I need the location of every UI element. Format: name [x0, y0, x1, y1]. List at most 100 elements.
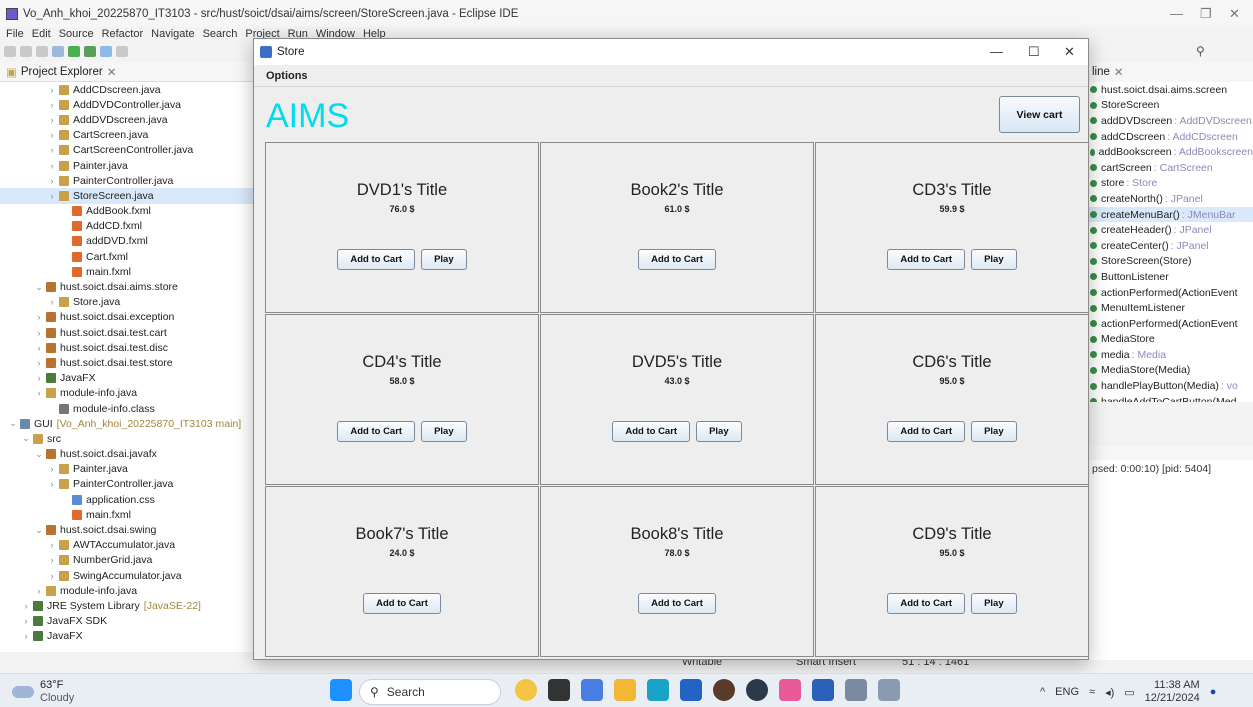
- expand-chevron-icon[interactable]: ›: [34, 388, 44, 398]
- save-icon[interactable]: [20, 45, 32, 57]
- minimize-icon[interactable]: —: [1170, 6, 1183, 21]
- outline-item[interactable]: StoreScreen(Store): [1088, 254, 1253, 270]
- tree-item[interactable]: › AWTAccumulator.java: [0, 538, 258, 553]
- new-icon[interactable]: [4, 45, 16, 57]
- tree-item[interactable]: › hust.soict.dsai.test.cart: [0, 325, 258, 340]
- close-icon[interactable]: ✕: [1229, 6, 1240, 22]
- menu-search[interactable]: Search: [203, 28, 238, 40]
- tree-item[interactable]: ⌄ GUI [Vo_Anh_khoi_20225870_IT3103 main]: [0, 416, 258, 431]
- language-indicator[interactable]: ENG: [1055, 686, 1079, 698]
- add-to-cart-button[interactable]: Add to Cart: [612, 421, 691, 442]
- app-icon[interactable]: [779, 679, 801, 701]
- tree-item[interactable]: › hust.soict.dsai.exception: [0, 310, 258, 325]
- coverage-icon[interactable]: [84, 45, 96, 57]
- edge-icon[interactable]: [647, 679, 669, 701]
- store-maximize-icon[interactable]: ☐: [1028, 44, 1040, 60]
- close-tab-icon[interactable]: ✕: [1114, 65, 1124, 79]
- outline-item[interactable]: addDVDscreen: AddDVDscreen: [1088, 113, 1253, 129]
- expand-chevron-icon[interactable]: ⌄: [34, 282, 44, 293]
- tree-item[interactable]: ⌄ hust.soict.dsai.swing: [0, 522, 258, 537]
- chevron-up-icon[interactable]: ^: [1040, 686, 1045, 698]
- word-icon[interactable]: [812, 679, 834, 701]
- tree-item[interactable]: main.fxml: [0, 507, 258, 522]
- tree-item[interactable]: › CartScreen.java: [0, 128, 258, 143]
- outline-item[interactable]: actionPerformed(ActionEvent: [1088, 285, 1253, 301]
- expand-chevron-icon[interactable]: ⌄: [21, 433, 31, 444]
- outline-item[interactable]: handlePlayButton(Media): vo: [1088, 378, 1253, 394]
- expand-chevron-icon[interactable]: ›: [47, 115, 57, 125]
- outline-item[interactable]: createMenuBar(): JMenuBar: [1088, 206, 1253, 223]
- tree-item[interactable]: addDVD.fxml: [0, 234, 258, 249]
- tree-item[interactable]: › JRE System Library [JavaSE-22]: [0, 598, 258, 613]
- tree-item[interactable]: › SwingAccumulator.java: [0, 568, 258, 583]
- play-button[interactable]: Play: [696, 421, 742, 442]
- expand-chevron-icon[interactable]: ›: [47, 100, 57, 110]
- tree-item[interactable]: › JavaFX: [0, 629, 258, 644]
- expand-chevron-icon[interactable]: ›: [47, 479, 57, 489]
- tree-item[interactable]: › CartScreenController.java: [0, 143, 258, 158]
- expand-chevron-icon[interactable]: ›: [47, 555, 57, 565]
- tree-item[interactable]: › AddDVDController.java: [0, 97, 258, 112]
- project-explorer-tab[interactable]: Project Explorer: [21, 66, 103, 78]
- expand-chevron-icon[interactable]: ⌄: [34, 525, 44, 536]
- tree-item[interactable]: › StoreScreen.java: [0, 188, 258, 204]
- java-window-icon[interactable]: [878, 679, 900, 701]
- tree-item[interactable]: › hust.soict.dsai.test.disc: [0, 340, 258, 355]
- expand-chevron-icon[interactable]: ⌄: [34, 449, 44, 460]
- maximize-icon[interactable]: ❐: [1200, 6, 1212, 22]
- widgets-icon[interactable]: [515, 679, 537, 701]
- outline-tab[interactable]: line: [1092, 66, 1110, 78]
- tree-item[interactable]: › JavaFX SDK: [0, 614, 258, 629]
- expand-chevron-icon[interactable]: ›: [47, 161, 57, 171]
- weather-widget[interactable]: 63°F Cloudy: [12, 679, 74, 705]
- outline-item[interactable]: MediaStore: [1088, 332, 1253, 348]
- outline-item[interactable]: media: Media: [1088, 347, 1253, 363]
- menu-file[interactable]: File: [6, 28, 24, 40]
- eclipse-taskbar-icon[interactable]: [713, 679, 735, 701]
- expand-chevron-icon[interactable]: ⌄: [8, 418, 18, 429]
- menu-source[interactable]: Source: [59, 28, 94, 40]
- tree-item[interactable]: › Painter.java: [0, 462, 258, 477]
- clock[interactable]: 11:38 AM 12/21/2024: [1145, 679, 1200, 705]
- tree-item[interactable]: module-info.class: [0, 401, 258, 416]
- github-icon[interactable]: [746, 679, 768, 701]
- expand-chevron-icon[interactable]: ›: [47, 297, 57, 307]
- add-to-cart-button[interactable]: Add to Cart: [363, 593, 441, 614]
- add-to-cart-button[interactable]: Add to Cart: [887, 593, 966, 614]
- expand-chevron-icon[interactable]: ›: [47, 571, 57, 581]
- tree-item[interactable]: › AddDVDscreen.java: [0, 112, 258, 127]
- tree-item[interactable]: › PainterController.java: [0, 173, 258, 188]
- tree-item[interactable]: Cart.fxml: [0, 249, 258, 264]
- play-button[interactable]: Play: [971, 249, 1017, 270]
- run-icon[interactable]: [68, 45, 80, 57]
- expand-chevron-icon[interactable]: ›: [34, 586, 44, 596]
- menu-navigate[interactable]: Navigate: [151, 28, 194, 40]
- copilot-icon[interactable]: [581, 679, 603, 701]
- add-to-cart-button[interactable]: Add to Cart: [638, 249, 716, 270]
- print-icon[interactable]: [36, 45, 48, 57]
- new-java-icon[interactable]: [100, 45, 112, 57]
- task-view-icon[interactable]: [548, 679, 570, 701]
- tree-item[interactable]: › JavaFX: [0, 371, 258, 386]
- tree-item[interactable]: application.css: [0, 492, 258, 507]
- menu-refactor[interactable]: Refactor: [102, 28, 144, 40]
- outline-item[interactable]: cartScreen: CartScreen: [1088, 160, 1253, 176]
- volume-icon[interactable]: ◂): [1105, 686, 1114, 699]
- tree-item[interactable]: › PainterController.java: [0, 477, 258, 492]
- play-button[interactable]: Play: [971, 421, 1017, 442]
- play-button[interactable]: Play: [421, 421, 467, 442]
- menu-edit[interactable]: Edit: [32, 28, 51, 40]
- expand-chevron-icon[interactable]: ›: [34, 328, 44, 338]
- close-tab-icon[interactable]: ✕: [107, 65, 117, 79]
- outline-item[interactable]: addCDscreen: AddCDscreen: [1088, 129, 1253, 145]
- play-button[interactable]: Play: [971, 593, 1017, 614]
- tree-item[interactable]: main.fxml: [0, 264, 258, 279]
- add-to-cart-button[interactable]: Add to Cart: [638, 593, 716, 614]
- debug-icon[interactable]: [52, 45, 64, 57]
- expand-chevron-icon[interactable]: ›: [47, 464, 57, 474]
- outline-item[interactable]: createNorth(): JPanel: [1088, 191, 1253, 207]
- options-menu[interactable]: Options: [266, 70, 308, 82]
- play-button[interactable]: Play: [421, 249, 467, 270]
- tree-item[interactable]: AddBook.fxml: [0, 204, 258, 219]
- expand-chevron-icon[interactable]: ›: [34, 343, 44, 353]
